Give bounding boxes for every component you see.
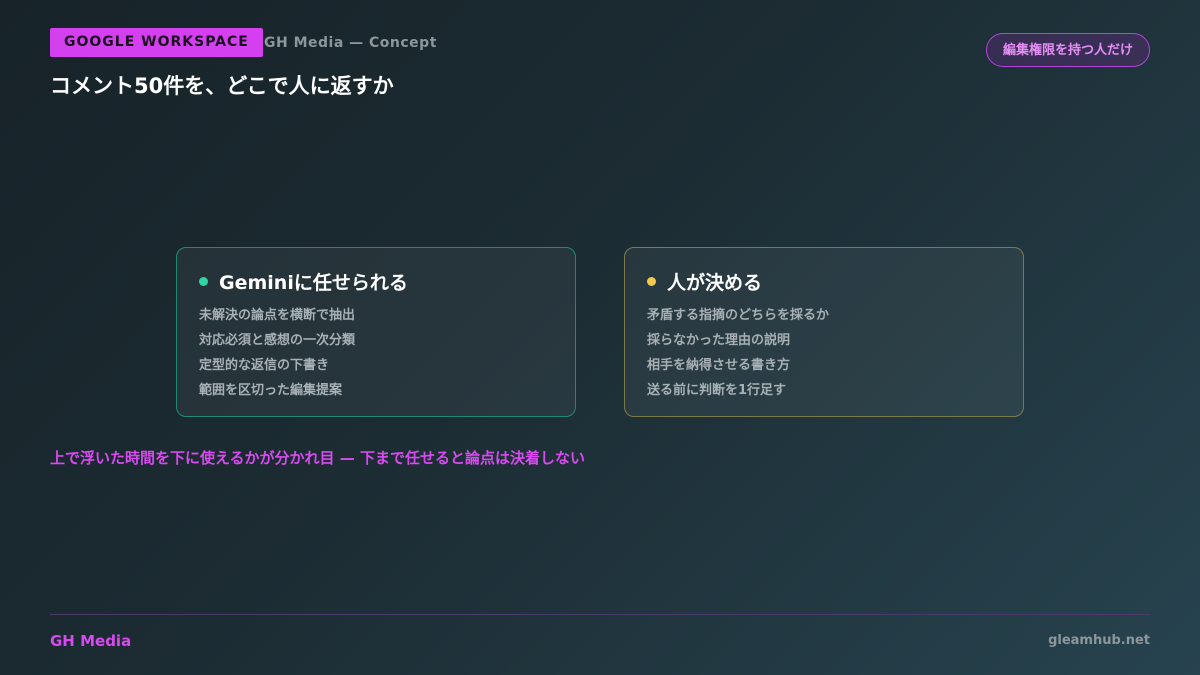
- list-item: 未解決の論点を横断で抽出: [199, 308, 356, 323]
- header-subtitle: GH Media — Concept: [264, 35, 437, 51]
- summary-note: 上で浮いた時間を下に使えるかが分かれ目 — 下まで任せると論点は決着しない: [50, 449, 585, 467]
- green-dot-icon: [199, 277, 208, 286]
- footer-site: gleamhub.net: [1048, 633, 1150, 648]
- footer-brand: GH Media: [50, 632, 132, 650]
- list-item: 採らなかった理由の説明: [647, 333, 791, 348]
- page-title: コメント50件を、どこで人に返すか: [50, 74, 394, 98]
- card-title: Geminiに任せられる: [219, 272, 408, 294]
- list-item: 矛盾する指摘のどちらを採るか: [647, 308, 830, 323]
- footer-divider: [50, 614, 1150, 615]
- category-tag: GOOGLE WORKSPACE: [50, 28, 263, 57]
- card-human: 人が決める 矛盾する指摘のどちらを採るか 採らなかった理由の説明 相手を納得させ…: [624, 247, 1024, 417]
- card-header: 人が決める: [647, 268, 1001, 295]
- list-item: 送る前に判断を1行足す: [647, 383, 787, 398]
- audience-badge: 編集権限を持つ人だけ: [985, 33, 1150, 67]
- card-list: 矛盾する指摘のどちらを採るか 採らなかった理由の説明 相手を納得させる書き方 送…: [647, 303, 1001, 403]
- card-header: Geminiに任せられる: [199, 268, 553, 295]
- list-item: 定型的な返信の下書き: [199, 358, 330, 373]
- card-title: 人が決める: [667, 272, 763, 294]
- list-item: 相手を納得させる書き方: [647, 358, 791, 373]
- list-item: 範囲を区切った編集提案: [199, 383, 343, 398]
- card-list: 未解決の論点を横断で抽出 対応必須と感想の一次分類 定型的な返信の下書き 範囲を…: [199, 303, 553, 403]
- card-gemini: Geminiに任せられる 未解決の論点を横断で抽出 対応必須と感想の一次分類 定…: [176, 247, 576, 417]
- list-item: 対応必須と感想の一次分類: [199, 333, 356, 348]
- yellow-dot-icon: [647, 277, 656, 286]
